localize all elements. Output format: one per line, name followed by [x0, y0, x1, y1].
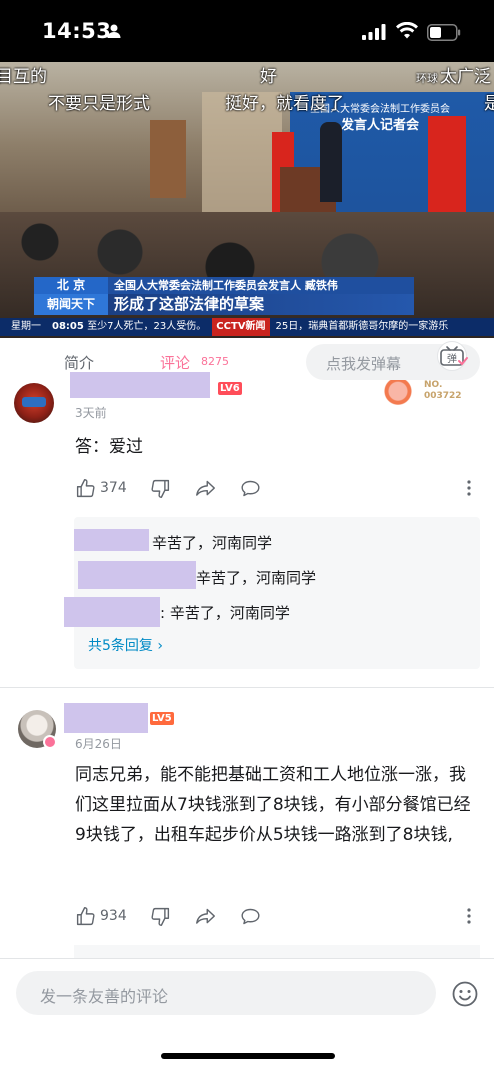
redacted-username	[70, 372, 210, 398]
status-bar: 14:53	[0, 0, 494, 62]
ticker-text: 25日，瑞典首都斯德哥尔摩的一家游乐	[275, 321, 449, 332]
share-button[interactable]	[195, 477, 216, 499]
comment-actions: 934	[75, 905, 494, 929]
danmaku-item: 是	[484, 94, 494, 114]
like-button[interactable]: 934	[75, 905, 127, 927]
thumbs-up-icon	[76, 906, 95, 925]
fan-number-value: 003722	[424, 391, 462, 401]
like-count: 374	[100, 480, 127, 496]
danmaku-button-label: 弹	[447, 352, 457, 365]
ticker-time: 08:05	[52, 321, 84, 332]
reply-preview-box[interactable]: 辛苦了，河南同学 辛苦了，河南同学 : 辛苦了，河南同学 共5条回复 ›	[64, 517, 480, 669]
status-time: 14:53	[42, 19, 112, 43]
comment-time: 6月26日	[75, 737, 122, 751]
thumbs-up-icon	[76, 478, 95, 497]
redacted-username	[64, 703, 148, 733]
avatar[interactable]	[14, 383, 54, 423]
comment-actions: 374	[75, 477, 494, 501]
redacted-username	[74, 529, 149, 551]
comment-input-placeholder: 发一条友善的评论	[40, 987, 169, 1006]
thumbs-down-icon	[151, 907, 170, 926]
reply-button[interactable]	[240, 477, 261, 499]
danmaku-item: 不要只是形式	[48, 94, 150, 114]
comment-text: 同志兄弟，能不能把基础工资和工人地位涨一涨，我们这里拉面从7块钱涨到了8块钱，有…	[75, 765, 471, 845]
share-icon	[196, 480, 215, 496]
emoji-icon[interactable]	[452, 981, 478, 1007]
person-icon	[107, 24, 121, 38]
more-options-icon[interactable]	[467, 480, 471, 496]
fan-number: NO. 003722	[424, 380, 462, 402]
user-level-badge: LV6	[218, 382, 242, 395]
dislike-button[interactable]	[150, 477, 171, 499]
news-headline: 形成了这部法律的草案	[108, 294, 414, 315]
comment-input-bar: 发一条友善的评论	[0, 958, 494, 1068]
cellular-signal-icon	[362, 24, 386, 40]
verified-badge-icon	[43, 735, 57, 749]
video-scene-door	[150, 120, 186, 198]
like-button[interactable]: 374	[75, 477, 127, 499]
share-button[interactable]	[195, 905, 216, 927]
watermark: 环球	[416, 72, 438, 85]
thumbs-down-icon	[151, 479, 170, 498]
battery-icon	[427, 24, 461, 41]
danmaku-toggle-icon[interactable]: 弹	[430, 341, 474, 371]
comment-text: 答：爱过	[75, 437, 143, 457]
reply-text: : 辛苦了，河南同学	[160, 604, 290, 622]
video-player[interactable]: 全国人大常委会法制工作委员会 发言人记者会 目互的 好 环球 太广泛 不要只是形…	[0, 62, 494, 338]
share-icon	[196, 908, 215, 924]
reply-text: 辛苦了，河南同学	[196, 569, 317, 587]
fan-number-label: NO.	[424, 380, 443, 390]
danmaku-item: 太广泛	[440, 67, 491, 87]
danmaku-placeholder: 点我发弹幕	[326, 355, 402, 373]
comment-input[interactable]: 发一条友善的评论	[16, 971, 436, 1015]
comment-time: 3天前	[75, 406, 107, 420]
news-lower-third: 北 京 全国人大常委会法制工作委员会发言人 臧铁伟 朝闻天下 形成了这部法律的草…	[0, 274, 494, 338]
video-scene-speaker	[320, 122, 342, 202]
danmaku-item: 好	[260, 67, 277, 87]
comment-bubble-icon	[241, 480, 260, 496]
view-all-replies-label: 共5条回复	[88, 638, 153, 654]
program-name: 朝闻天下	[34, 294, 108, 315]
news-ticker: 星期一 08:05 至少7人死亡，23人受伤。 CCTV新闻 25日，瑞典首都斯德哥尔…	[0, 318, 494, 336]
like-count: 934	[100, 908, 127, 924]
danmaku-item: 目互的	[0, 67, 47, 87]
home-indicator	[161, 1053, 335, 1059]
comment-count: 8275	[201, 355, 229, 368]
wifi-icon	[396, 22, 418, 39]
comment-bubble-icon	[241, 908, 260, 924]
speaker-caption: 全国人大常委会法制工作委员会发言人 臧铁伟	[108, 277, 414, 294]
user-level-badge: LV5	[150, 712, 174, 725]
reply-text: 辛苦了，河南同学	[152, 534, 273, 552]
more-options-icon[interactable]	[467, 908, 471, 924]
ticker-text: 至少7人死亡，23人受伤。	[87, 321, 207, 332]
tab-comments[interactable]: 评论	[160, 352, 190, 373]
redacted-username	[78, 561, 196, 589]
location-label: 北 京	[34, 277, 108, 294]
redacted-username	[64, 597, 160, 627]
tab-intro[interactable]: 简介	[64, 352, 94, 373]
fan-badge-avatar	[380, 380, 416, 408]
danmaku-item: 挺好，就看度了	[225, 94, 344, 114]
cctv-logo: CCTV新闻	[212, 318, 270, 336]
comment-divider	[0, 687, 494, 688]
ticker-day: 星期一	[0, 318, 52, 336]
dislike-button[interactable]	[150, 905, 171, 927]
view-all-replies-link[interactable]: 共5条回复 ›	[88, 635, 163, 655]
reply-button[interactable]	[240, 905, 261, 927]
